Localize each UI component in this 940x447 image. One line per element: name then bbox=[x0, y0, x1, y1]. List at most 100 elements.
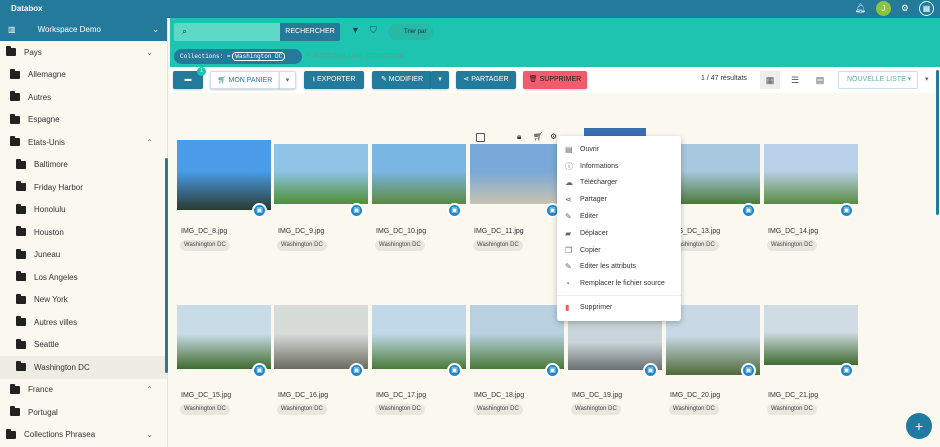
asset-card[interactable]: ▣ IMG_DC_16.jpg Washington DC bbox=[274, 292, 368, 422]
select-checkbox[interactable] bbox=[476, 133, 485, 142]
asset-card[interactable]: ▣ IMG_DC_21.jpg Washington DC bbox=[764, 292, 858, 422]
chevron-down-icon[interactable]: ⌄ bbox=[146, 430, 153, 439]
sidebar-scrollbar[interactable] bbox=[165, 158, 168, 373]
menu-item[interactable]: ✎ Editer bbox=[557, 208, 681, 225]
workspace-name: Workspace Demo bbox=[37, 25, 101, 34]
collection-tag[interactable]: Washington DC bbox=[473, 240, 523, 251]
sidebar-item[interactable]: Allemagne bbox=[0, 64, 167, 87]
add-fab-button[interactable]: + bbox=[906, 413, 932, 439]
selection-button[interactable]: ▬ 1 bbox=[173, 67, 206, 89]
sidebar-item[interactable]: Friday Harbor bbox=[0, 176, 167, 199]
new-list-select[interactable]: NOUVELLE LISTE ▾ bbox=[838, 71, 918, 89]
menu-item[interactable]: ▤ Ouvrir bbox=[557, 141, 681, 158]
menu-item[interactable]: ❐ Copier bbox=[557, 242, 681, 259]
asset-thumbnail[interactable] bbox=[177, 305, 271, 369]
apps-icon[interactable]: ▦ bbox=[919, 1, 934, 16]
asset-thumbnail[interactable] bbox=[372, 144, 466, 204]
cart-icon[interactable]: 🛒︎ bbox=[533, 132, 543, 141]
sidebar-item[interactable]: Portugal bbox=[0, 401, 167, 424]
condition-chip[interactable]: Collections: = Washington DC bbox=[174, 49, 302, 64]
asset-card[interactable]: ▣ IMG_DC_10.jpg Washington DC bbox=[372, 128, 466, 258]
pencil-icon: ✎ bbox=[565, 212, 572, 222]
asset-card[interactable]: ▣ IMG_DC_17.jpg Washington DC bbox=[372, 292, 466, 422]
basket-dropdown[interactable]: ▾ bbox=[279, 71, 296, 89]
asset-card[interactable]: ▣ IMG_DC_9.jpg Washington DC bbox=[274, 128, 368, 258]
sidebar-item[interactable]: Autres villes bbox=[0, 311, 167, 334]
sidebar-item[interactable]: Los Angeles bbox=[0, 266, 167, 289]
menu-item-supprimer[interactable]: ▮ Supprimer bbox=[557, 299, 681, 316]
collection-tag[interactable]: Washington DC bbox=[277, 404, 327, 415]
context-menu: ▤ Ouvrir ⓘ Informations ☁ Télécharger ⋖ Partage… bbox=[557, 136, 681, 321]
list-view-icon[interactable]: ☰ bbox=[785, 71, 805, 89]
asset-card[interactable]: ▣ IMG_DC_14.jpg Washington DC bbox=[764, 128, 858, 258]
sidebar-item[interactable]: Collections Phrasea ⌄ bbox=[0, 424, 167, 447]
share-button[interactable]: ⋖ PARTAGER bbox=[456, 71, 516, 89]
asset-thumbnail[interactable] bbox=[372, 305, 466, 369]
basket-button[interactable]: 🛒︎ MON PANIER bbox=[210, 71, 280, 89]
collection-tag[interactable]: Washington DC bbox=[473, 404, 523, 415]
sidebar-item[interactable]: Seattle bbox=[0, 334, 167, 357]
asset-thumbnail[interactable] bbox=[177, 140, 271, 210]
content-scrollbar[interactable] bbox=[936, 70, 939, 215]
modify-button[interactable]: ✎ MODIFIER bbox=[372, 71, 432, 89]
collection-tag[interactable]: Washington DC bbox=[571, 404, 621, 415]
sidebar-item[interactable]: Baltimore bbox=[0, 154, 167, 177]
menu-item[interactable]: ⋖ Partager bbox=[557, 191, 681, 208]
lock-icon[interactable]: 🔒︎ bbox=[517, 132, 521, 142]
asset-thumbnail[interactable] bbox=[470, 144, 564, 204]
collection-tag[interactable]: Washington DC bbox=[767, 404, 817, 415]
search-button[interactable]: RECHERCHER bbox=[280, 23, 340, 41]
collection-tag[interactable]: Washington DC bbox=[180, 240, 230, 251]
asset-thumbnail[interactable] bbox=[764, 305, 858, 365]
bell-icon[interactable]: 🔔︎ bbox=[854, 3, 865, 14]
geo-off-icon[interactable]: ⛉ bbox=[370, 25, 377, 36]
sidebar-item[interactable]: Pays ⌄ bbox=[0, 41, 167, 64]
export-button[interactable]: ⭳ EXPORTER bbox=[304, 71, 364, 89]
add-condition-button[interactable]: + AJOUTER UNE CONDITION bbox=[306, 53, 405, 60]
search-input[interactable]: ⌕ bbox=[174, 23, 280, 41]
menu-item[interactable]: ◔ Remplacer le fichier source bbox=[557, 275, 681, 292]
workspace-selector[interactable]: ▥ Workspace Demo ⌄ bbox=[0, 18, 167, 41]
asset-thumbnail[interactable] bbox=[274, 305, 368, 369]
asset-thumbnail[interactable] bbox=[764, 144, 858, 204]
sidebar-item[interactable]: Washington DC bbox=[0, 356, 167, 379]
sidebar-item[interactable]: Juneau bbox=[0, 244, 167, 267]
filter-icon[interactable]: ▼ bbox=[351, 25, 360, 35]
chevron-up-icon[interactable]: ⌃ bbox=[146, 385, 153, 394]
asset-card[interactable]: ▣ IMG_DC_11.jpg Washington DC bbox=[470, 128, 564, 258]
avatar[interactable]: J bbox=[875, 1, 891, 16]
chevron-up-icon[interactable]: ⌃ bbox=[146, 138, 153, 147]
chevron-down-icon[interactable]: ⌄ bbox=[146, 48, 153, 57]
more-dropdown-icon[interactable]: ▾ bbox=[925, 75, 929, 83]
sidebar-item[interactable]: Autres bbox=[0, 86, 167, 109]
sidebar-item[interactable]: Honolulu bbox=[0, 199, 167, 222]
asset-card[interactable]: ▣ IMG_DC_18.jpg Washington DC bbox=[470, 292, 564, 422]
collection-tag[interactable]: Washington DC bbox=[375, 240, 425, 251]
grid-view-icon[interactable]: ▦ bbox=[760, 71, 780, 89]
sort-button[interactable]: Trier par bbox=[388, 24, 434, 40]
menu-item[interactable]: ⓘ Informations bbox=[557, 158, 681, 175]
collection-tag[interactable]: Washington DC bbox=[375, 404, 425, 415]
menu-item[interactable]: ▰ Déplacer bbox=[557, 225, 681, 242]
modify-dropdown[interactable]: ▾ bbox=[431, 71, 449, 89]
sidebar-item[interactable]: Espagne bbox=[0, 109, 167, 132]
asset-filename: IMG_DC_14.jpg bbox=[768, 228, 819, 235]
menu-item[interactable]: ✎ Editer les attributs bbox=[557, 259, 681, 276]
collection-tag[interactable]: Washington DC bbox=[180, 404, 230, 415]
sidebar-item[interactable]: Etats-Unis ⌃ bbox=[0, 131, 167, 154]
asset-thumbnail[interactable] bbox=[274, 144, 368, 204]
asset-card[interactable]: ▣ IMG_DC_8.jpg Washington DC bbox=[177, 128, 271, 258]
collection-tag[interactable]: Washington DC bbox=[767, 240, 817, 251]
sidebar-item[interactable]: Houston bbox=[0, 221, 167, 244]
masonry-view-icon[interactable]: ▤ bbox=[810, 71, 830, 89]
sidebar-item[interactable]: New York bbox=[0, 289, 167, 312]
asset-card[interactable]: ▣ IMG_DC_15.jpg Washington DC bbox=[177, 292, 271, 422]
collection-tag[interactable]: Washington DC bbox=[277, 240, 327, 251]
asset-thumbnail[interactable] bbox=[470, 305, 564, 369]
delete-button[interactable]: 🗑︎ SUPPRIMER bbox=[523, 71, 587, 89]
sidebar-item[interactable]: France ⌃ bbox=[0, 379, 167, 402]
sidebar-item-label: Etats-Unis bbox=[28, 137, 65, 147]
gear-icon[interactable]: ⚙ bbox=[901, 3, 909, 14]
collection-tag[interactable]: Washington DC bbox=[669, 404, 719, 415]
menu-item[interactable]: ☁ Télécharger bbox=[557, 175, 681, 192]
